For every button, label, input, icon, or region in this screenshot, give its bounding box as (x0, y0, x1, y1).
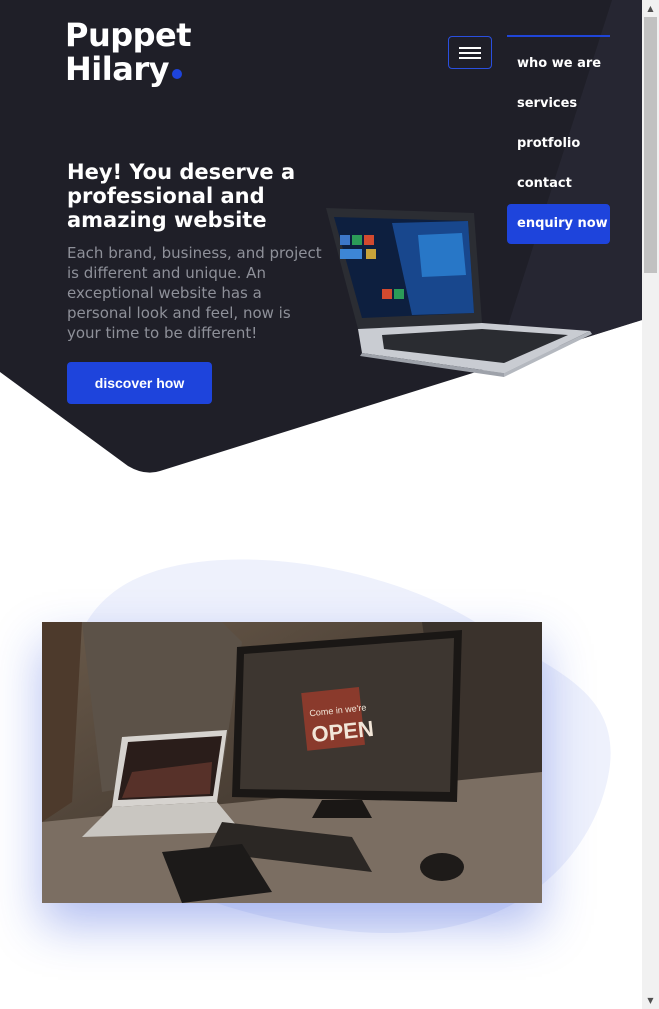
scrollbar-thumb[interactable] (644, 17, 657, 273)
hamburger-icon-bar (459, 57, 481, 59)
nav-item-who-we-are[interactable]: who we are (507, 44, 610, 84)
discover-how-button[interactable]: discover how (67, 362, 212, 404)
menu-toggle-button[interactable] (448, 36, 492, 69)
page-scrollbar[interactable]: ▲ ▼ (642, 0, 659, 1009)
triangle-up-icon[interactable]: ▲ (642, 0, 659, 17)
site-logo[interactable]: Puppet Hilary (65, 16, 192, 86)
hamburger-icon-bar (459, 52, 481, 54)
nav-item-contact[interactable]: contact (507, 164, 610, 204)
hamburger-icon (459, 47, 481, 49)
nav-item-services[interactable]: services (507, 84, 610, 124)
laptop-image (322, 205, 594, 381)
logo-line-2: Hilary (65, 52, 191, 86)
workspace-photo: Come in we're OPEN (42, 622, 542, 903)
logo-line-1: Puppet (65, 16, 192, 54)
triangle-down-icon[interactable]: ▼ (642, 992, 659, 1009)
hero-title: Hey! You deserve a professional and amaz… (67, 160, 296, 232)
logo-dot (171, 69, 182, 79)
hero-description: Each brand, business, and project is dif… (67, 244, 322, 342)
nav-item-portfolio[interactable]: protfolio (507, 124, 610, 164)
